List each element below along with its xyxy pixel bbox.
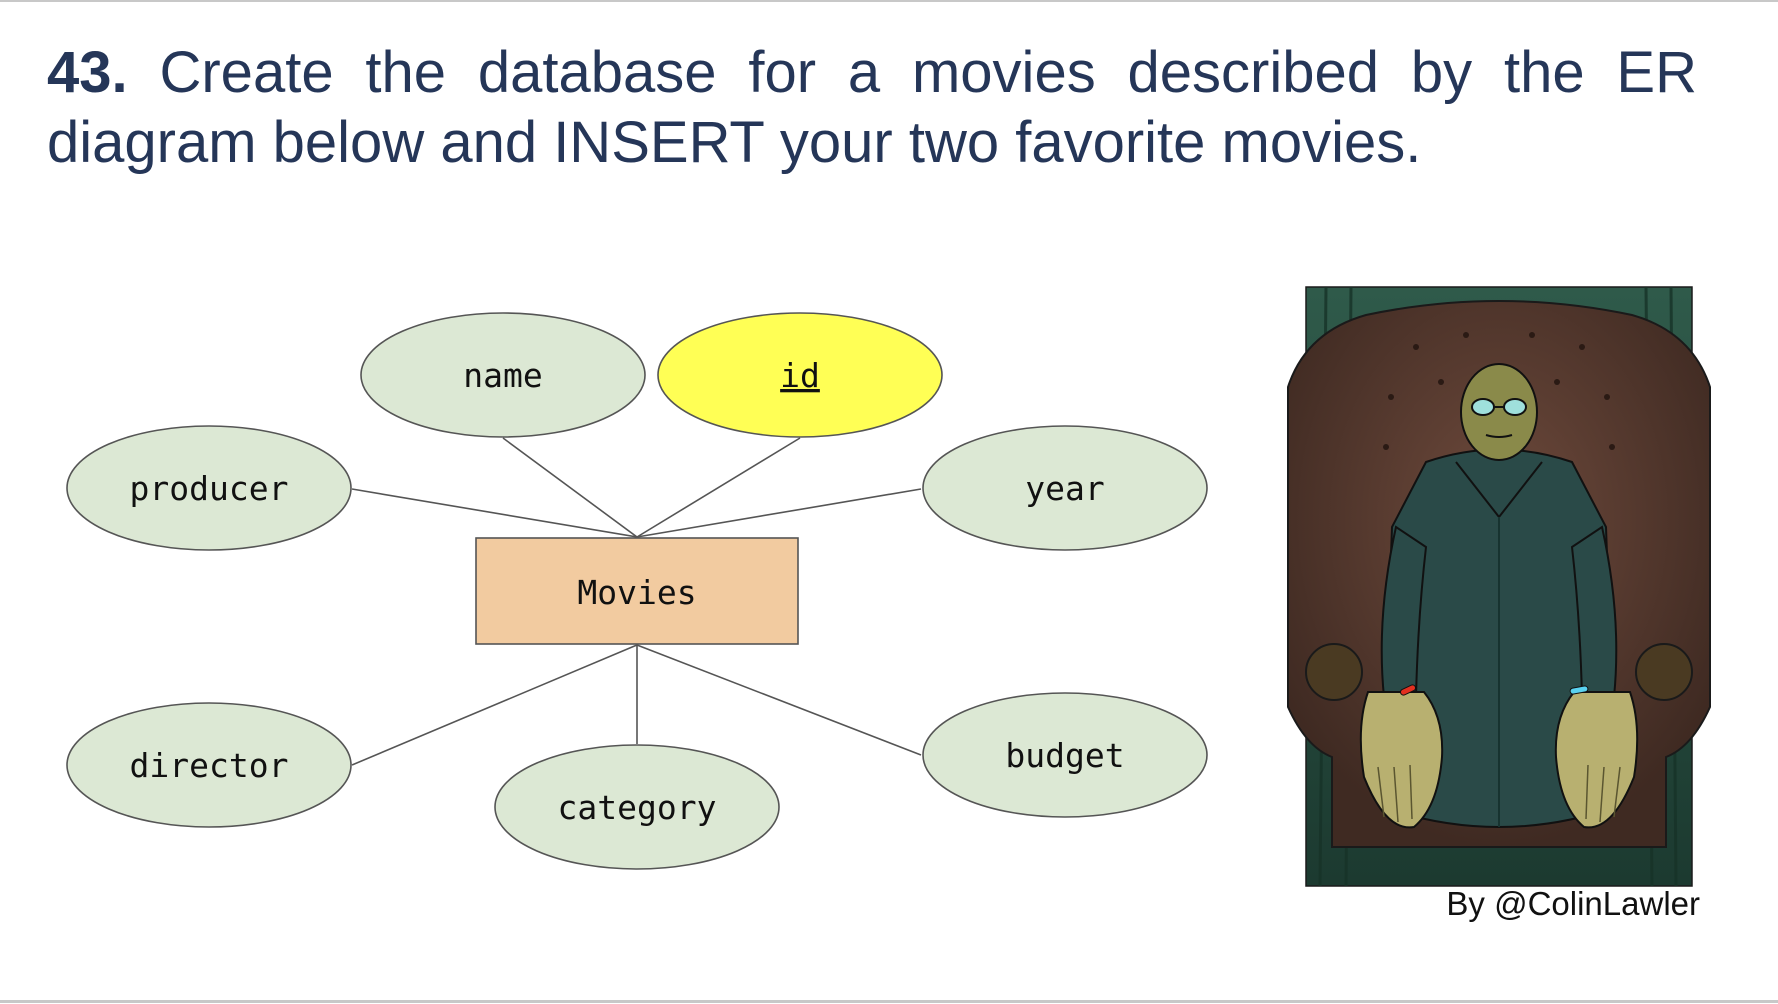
attribute-label: name: [463, 356, 542, 395]
attribute-label: director: [130, 746, 289, 785]
bottom-border: [0, 1000, 1778, 1003]
morpheus-illustration: [1287, 286, 1711, 887]
attribute-label: budget: [1005, 736, 1124, 775]
entity-label: Movies: [577, 573, 696, 612]
connector-producer: [351, 488, 638, 538]
attribute-label: year: [1025, 469, 1104, 508]
attribute-category: category: [494, 744, 780, 870]
armrest-right: [1635, 643, 1693, 701]
key-attribute-label: id: [780, 356, 820, 395]
attribute-producer: producer: [66, 425, 352, 551]
entity-movies: Movies: [475, 537, 799, 645]
attribute-budget: budget: [922, 692, 1208, 818]
attribute-label: category: [558, 788, 717, 827]
armrest-left: [1305, 643, 1363, 701]
connector-name: [502, 437, 638, 538]
attribute-label: producer: [130, 469, 289, 508]
connector-year: [636, 488, 922, 538]
attribute-year: year: [922, 425, 1208, 551]
attribute-name: name: [360, 312, 646, 438]
attribute-id-key: id: [657, 312, 943, 438]
connector-id: [636, 437, 801, 538]
illustration-credit: By @ColinLawler: [1446, 885, 1700, 922]
head: [1460, 363, 1538, 461]
connector-budget: [636, 644, 922, 756]
attribute-director: director: [66, 702, 352, 828]
